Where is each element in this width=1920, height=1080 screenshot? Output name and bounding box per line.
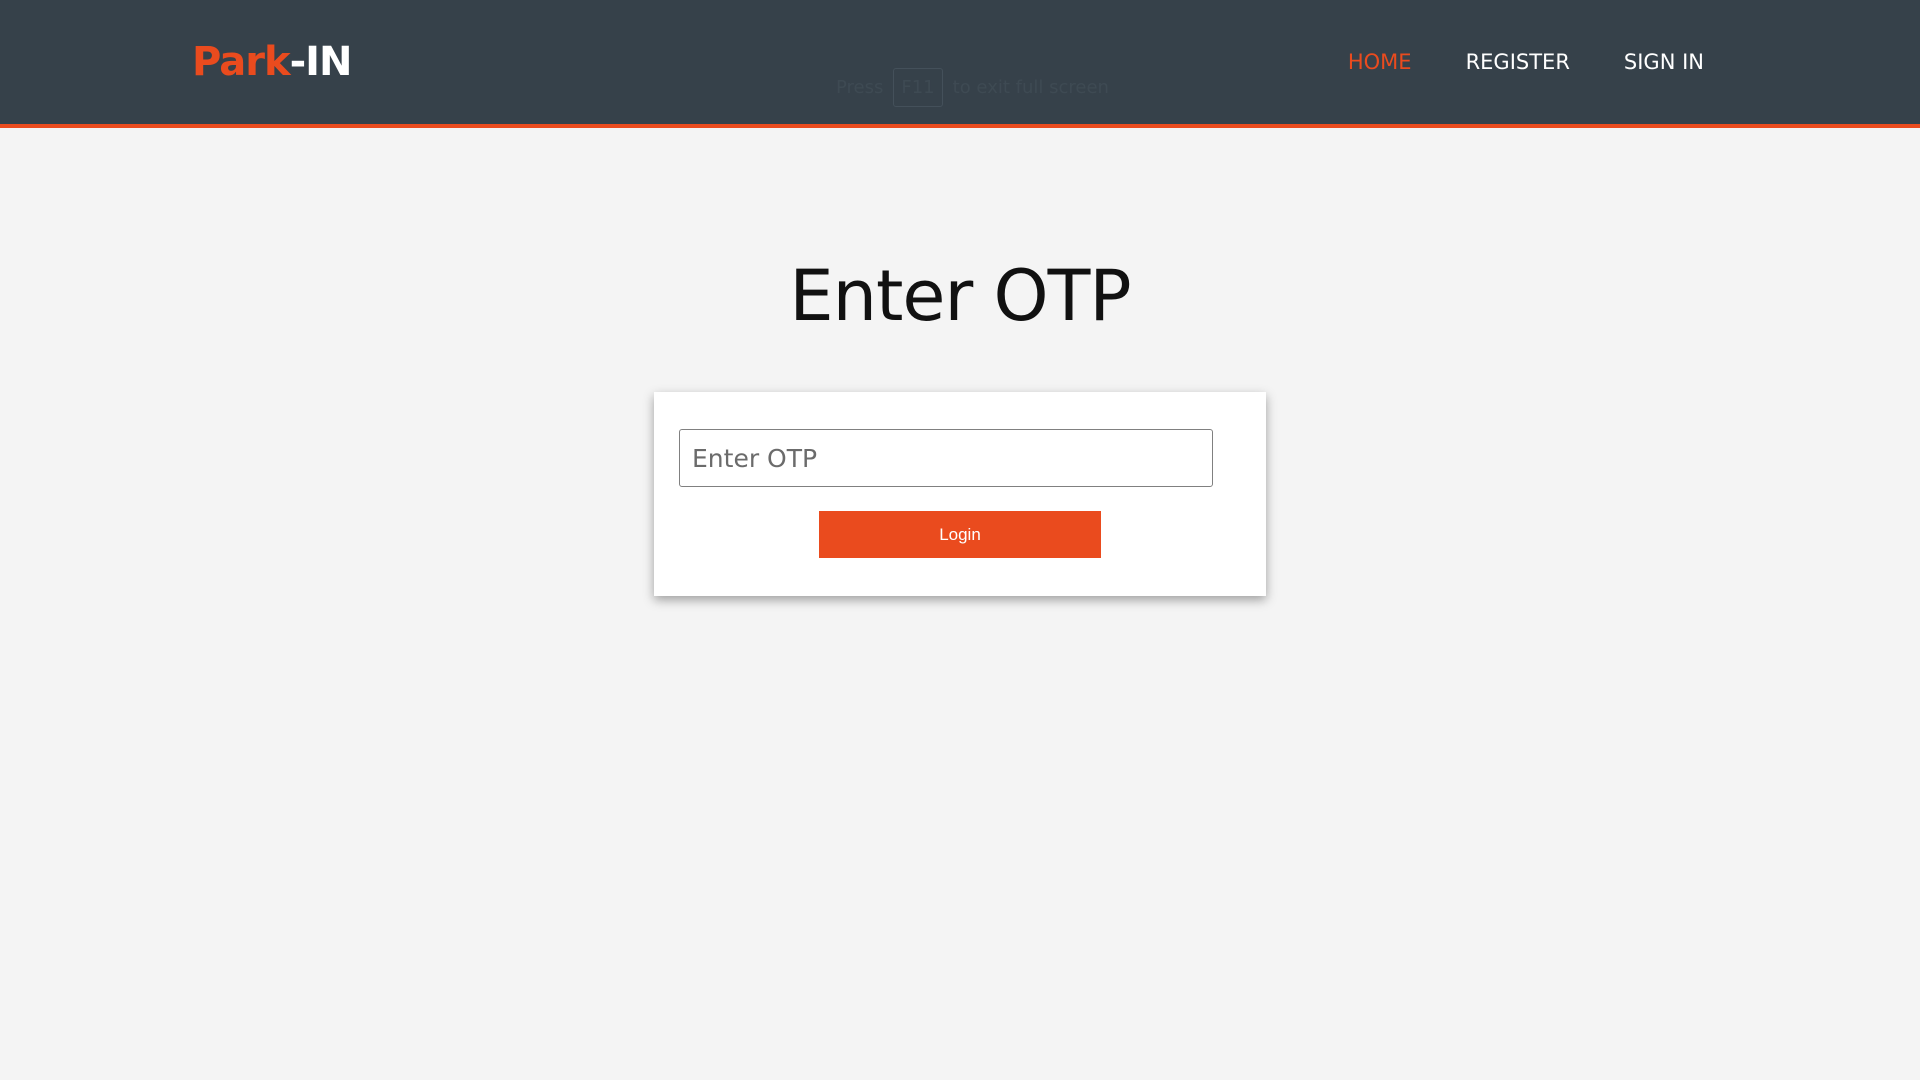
fullscreen-hint-key: F11 xyxy=(893,67,943,107)
logo-park-text: Park xyxy=(192,39,291,85)
otp-card: Login xyxy=(654,392,1266,596)
nav-register-link[interactable]: REGISTER xyxy=(1466,48,1570,76)
page-title: Enter OTP xyxy=(789,255,1131,337)
fullscreen-hint-prefix: Press xyxy=(836,76,884,98)
main-nav: HOME REGISTER SIGN IN xyxy=(1348,48,1704,76)
site-header: Park-IN Press F11 to exit full screen HO… xyxy=(0,0,1920,128)
logo-in-text: -IN xyxy=(289,39,353,85)
nav-home-link[interactable]: HOME xyxy=(1348,48,1412,76)
fullscreen-hint: Press F11 to exit full screen xyxy=(836,66,1109,108)
logo[interactable]: Park-IN xyxy=(192,38,353,86)
nav-sign-in-link[interactable]: SIGN IN xyxy=(1624,48,1704,76)
fullscreen-hint-suffix: to exit full screen xyxy=(952,76,1109,98)
login-button[interactable]: Login xyxy=(819,511,1101,558)
otp-input[interactable] xyxy=(679,429,1213,487)
